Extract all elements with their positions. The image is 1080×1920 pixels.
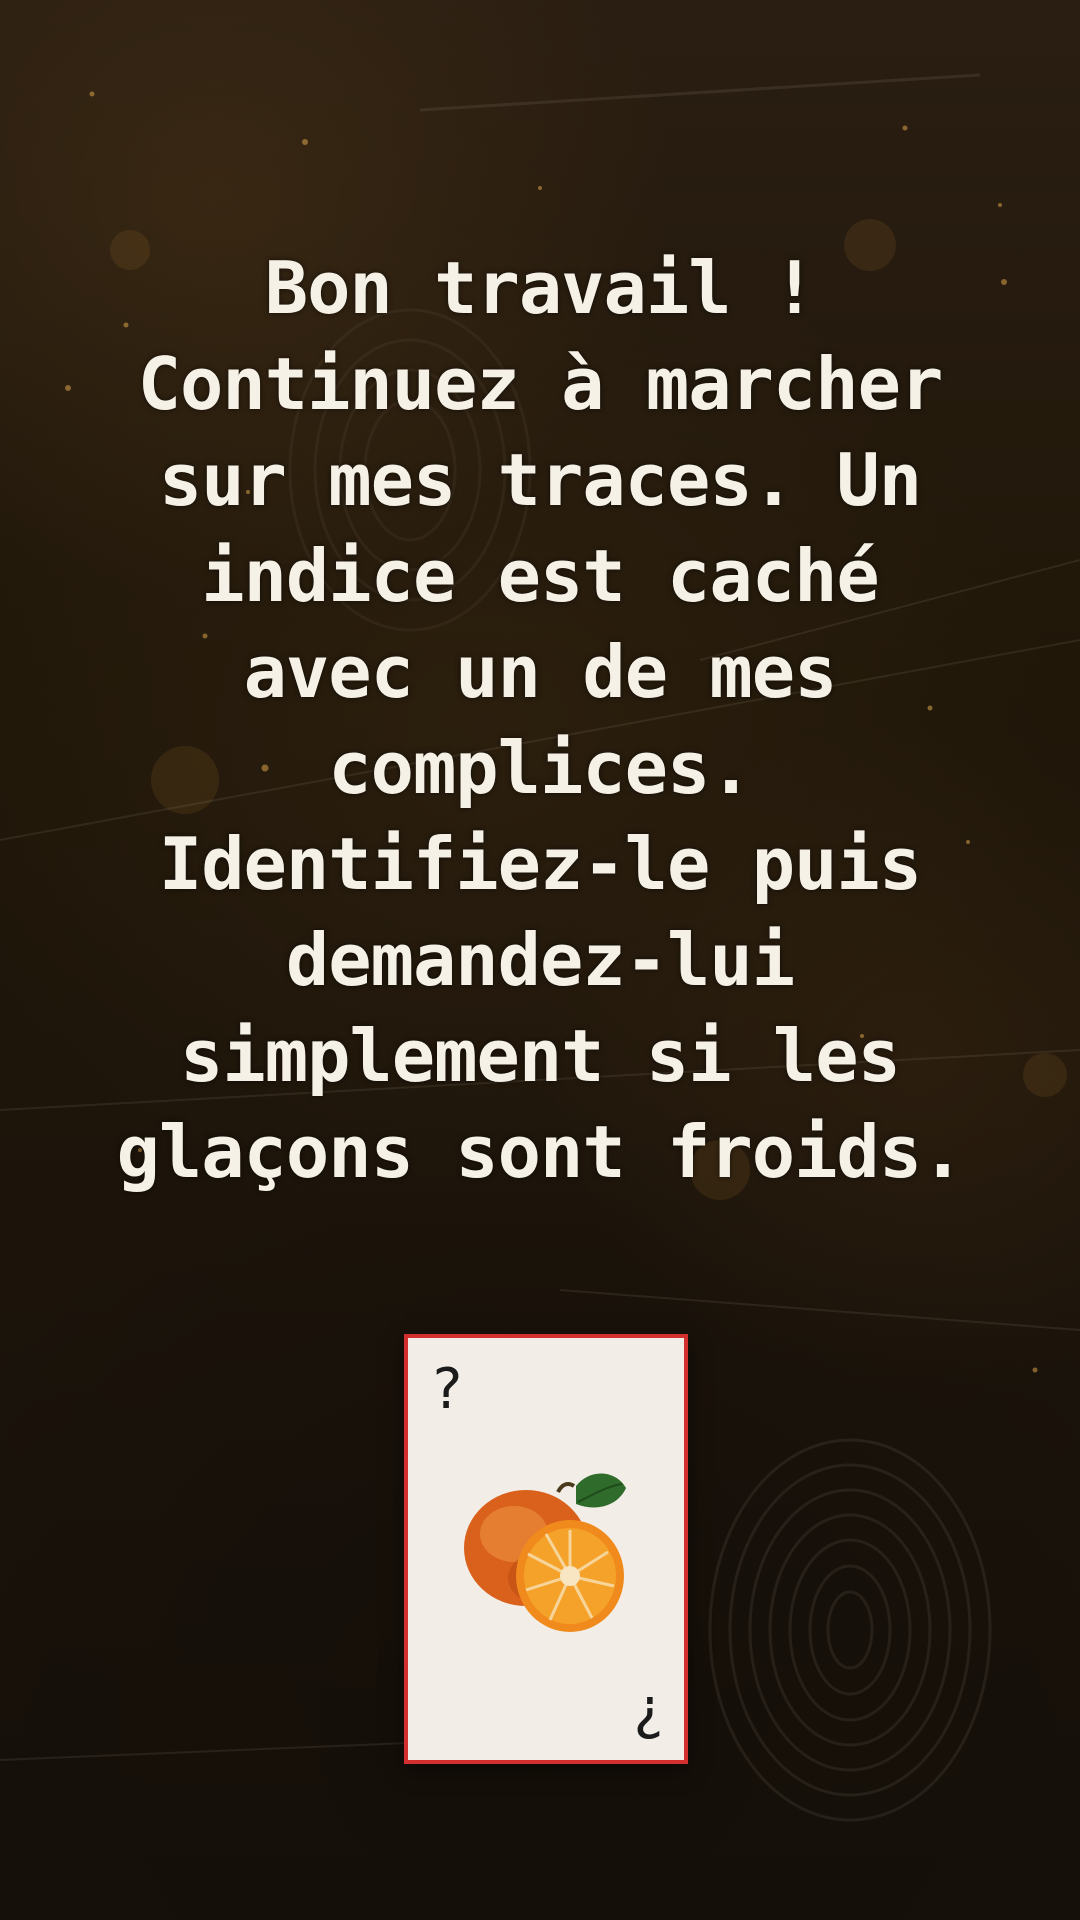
game-screen: Bon travail ! Continuez à marcher sur me… (0, 0, 1080, 1920)
message-line: Bon travail ! (264, 246, 817, 330)
message-line: demandez-lui (285, 918, 795, 1002)
message-line: avec un de mes (243, 630, 838, 714)
message-line: Continuez à marcher (137, 342, 944, 426)
message-line: sur mes traces. Un (158, 438, 922, 522)
message-line: glaçons sont froids. (116, 1110, 965, 1194)
clue-card[interactable]: ? ¿ (404, 1334, 688, 1764)
orange-fruit-icon (464, 1473, 626, 1632)
message-line: indice est caché (201, 534, 880, 618)
story-message: Bon travail ! Continuez à marcher sur me… (50, 240, 1030, 1200)
card-bottom-symbol: ¿ (632, 1677, 666, 1742)
message-line: Identifiez-le puis (158, 822, 922, 906)
card-top-symbol: ? (430, 1357, 464, 1422)
message-line: complices. (328, 726, 752, 810)
message-line: simplement si les (180, 1014, 901, 1098)
